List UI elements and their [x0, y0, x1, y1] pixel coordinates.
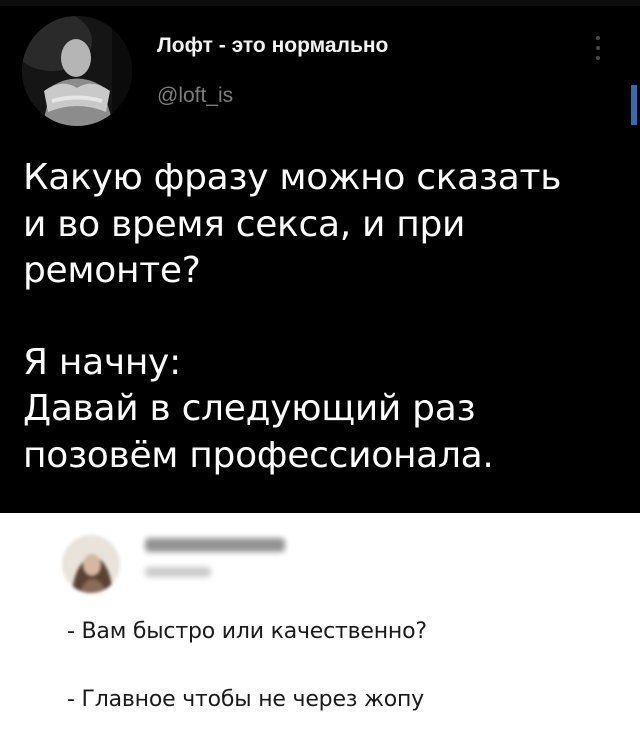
- reply-text-line: - Вам быстро или качественно?: [67, 619, 427, 644]
- top-divider: [0, 0, 640, 6]
- tweet-text-line: Какую фразу можно сказать: [23, 157, 562, 198]
- vertical-ellipsis-icon[interactable]: [593, 34, 603, 62]
- author-name[interactable]: Лофт - это нормально: [157, 34, 388, 58]
- author-avatar[interactable]: [22, 16, 132, 126]
- profile-photo-icon: [22, 16, 132, 126]
- blurred-profile-photo-icon: [62, 535, 120, 593]
- author-handle[interactable]: @loft_is: [157, 84, 233, 108]
- tweet-text-line: позовём профессионала.: [23, 434, 494, 476]
- tweet-text-line: ремонте?: [23, 250, 201, 291]
- tweet-text-line: и во время секса, и при: [23, 203, 466, 245]
- side-accent-strip: [631, 85, 637, 125]
- reply-author-handle-redacted: [145, 567, 211, 577]
- reply-text-line: - Главное чтобы не через жопу: [67, 687, 424, 712]
- tweet-text-line: Давай в следующий раз: [23, 388, 476, 429]
- reply-avatar[interactable]: [62, 535, 120, 593]
- tweet-text-line: Я начну:: [23, 341, 181, 383]
- reply-card: - Вам быстро или качественно? - Главное …: [0, 513, 640, 742]
- reply-author-name-redacted: [145, 538, 285, 552]
- tweet-text: Какую фразу можно сказать и во время сек…: [23, 155, 623, 479]
- tweet-card: Лофт - это нормально @loft_is Какую фраз…: [0, 0, 640, 513]
